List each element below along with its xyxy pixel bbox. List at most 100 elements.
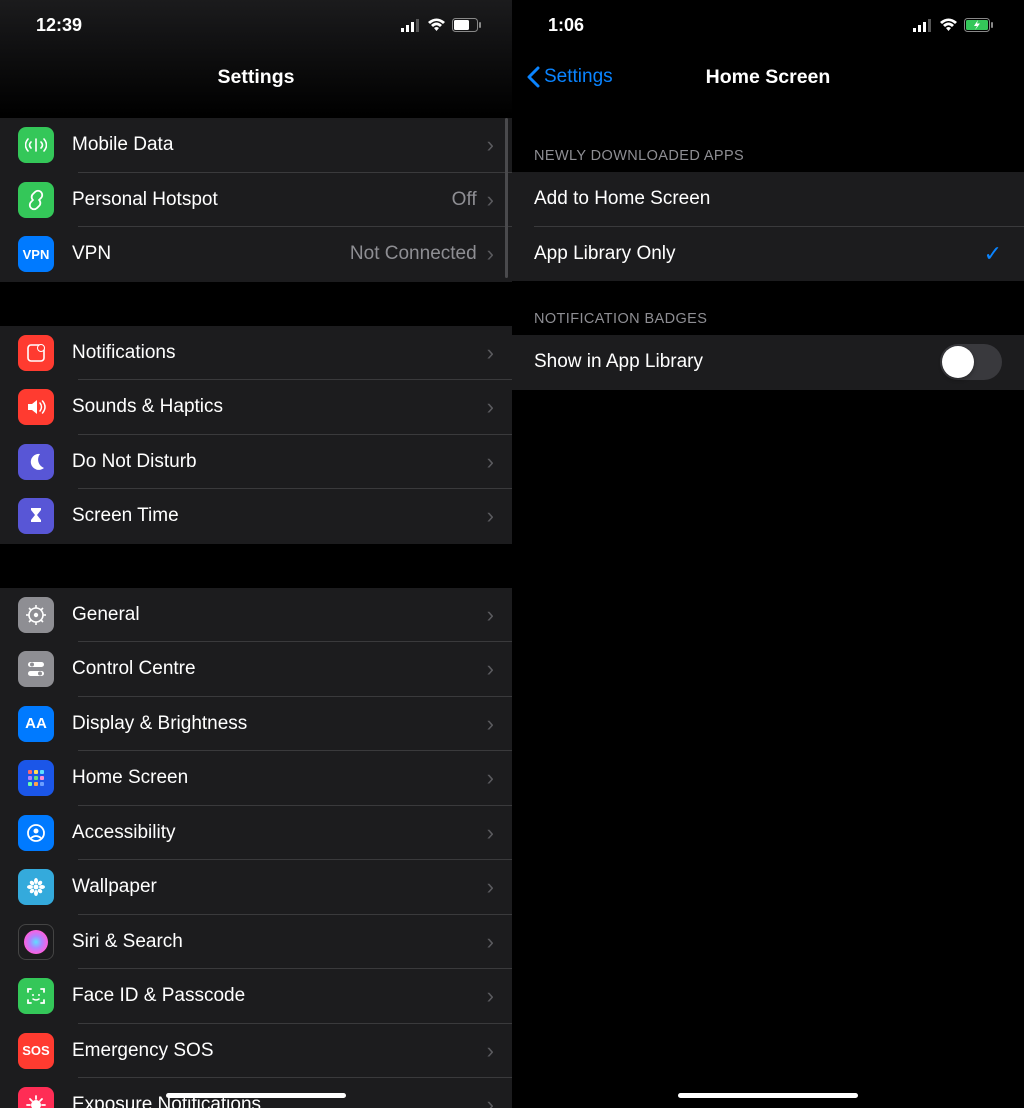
antenna-icon [18, 127, 54, 163]
option-row-app-library-only[interactable]: App Library Only✓ [512, 227, 1024, 282]
settings-row-emergency-sos[interactable]: SOS Emergency SOS› [0, 1024, 512, 1079]
home-indicator[interactable] [678, 1093, 858, 1098]
chevron-right-icon: › [487, 340, 494, 366]
status-time: 1:06 [548, 15, 584, 36]
toggle-switch[interactable] [940, 344, 1002, 380]
settings-row-siri-search[interactable]: Siri & Search› [0, 915, 512, 970]
face-icon [18, 978, 54, 1014]
status-icons [913, 18, 994, 32]
row-label: Home Screen [72, 767, 487, 789]
row-label: Screen Time [72, 505, 487, 527]
row-label: Add to Home Screen [534, 188, 1002, 210]
row-label: Display & Brightness [72, 713, 487, 735]
home-screen-options: NEWLY DOWNLOADED APPS Add to Home Screen A… [512, 104, 1024, 1108]
chevron-right-icon: › [487, 449, 494, 475]
hourglass-icon [18, 498, 54, 534]
grid-icon [18, 760, 54, 796]
gear-icon [18, 597, 54, 633]
settings-row-general[interactable]: General› [0, 588, 512, 643]
back-button[interactable]: Settings [526, 50, 613, 104]
chevron-right-icon: › [487, 1038, 494, 1064]
nav-bar: Settings [0, 50, 512, 104]
status-bar: 1:06 [512, 0, 1024, 50]
moon-icon [18, 444, 54, 480]
battery-charging-icon [964, 18, 994, 32]
settings-row-vpn[interactable]: VPNVPNNot Connected› [0, 227, 512, 282]
row-detail: Not Connected [350, 243, 477, 265]
link-icon [18, 182, 54, 218]
settings-list[interactable]: Mobile Data›Personal HotspotOff›VPNVPNNo… [0, 104, 512, 1108]
settings-row-control-centre[interactable]: Control Centre› [0, 642, 512, 697]
virus-icon [18, 1087, 54, 1108]
battery-icon [452, 18, 482, 32]
cellular-icon [401, 19, 421, 32]
switches-icon [18, 651, 54, 687]
section-header: NEWLY DOWNLOADED APPS [512, 104, 1024, 172]
settings-group: Notifications›Sounds & Haptics›Do Not Di… [0, 326, 512, 544]
row-label: Siri & Search [72, 931, 487, 953]
speaker-icon [18, 389, 54, 425]
person-icon [18, 815, 54, 851]
chevron-right-icon: › [487, 1092, 494, 1108]
chevron-right-icon: › [487, 132, 494, 158]
row-label: Sounds & Haptics [72, 396, 487, 418]
settings-row-do-not-disturb[interactable]: Do Not Disturb› [0, 435, 512, 490]
back-label: Settings [544, 66, 613, 88]
row-label: Face ID & Passcode [72, 985, 487, 1007]
settings-row-face-id-passcode[interactable]: Face ID & Passcode› [0, 969, 512, 1024]
sos-icon: SOS [18, 1033, 54, 1069]
vpn-icon: VPN [18, 236, 54, 272]
row-label: Emergency SOS [72, 1040, 487, 1062]
nav-title: Home Screen [706, 66, 831, 89]
chevron-right-icon: › [487, 503, 494, 529]
settings-group: General›Control Centre›AADisplay & Brigh… [0, 588, 512, 1108]
settings-row-wallpaper[interactable]: Wallpaper› [0, 860, 512, 915]
chevron-right-icon: › [487, 656, 494, 682]
flower-icon [18, 869, 54, 905]
chevron-right-icon: › [487, 929, 494, 955]
chevron-right-icon: › [487, 241, 494, 267]
settings-row-accessibility[interactable]: Accessibility› [0, 806, 512, 861]
status-time: 12:39 [36, 15, 82, 36]
chevron-right-icon: › [487, 602, 494, 628]
row-label: Mobile Data [72, 134, 487, 156]
row-label: Accessibility [72, 822, 487, 844]
chevron-right-icon: › [487, 874, 494, 900]
settings-screen: 12:39 Settings Mobile Data›Personal Hots… [0, 0, 512, 1108]
settings-row-home-screen[interactable]: Home Screen› [0, 751, 512, 806]
row-label: Control Centre [72, 658, 487, 680]
home-screen-settings: 1:06 Settings Home Screen NEWLY DOWNLOAD… [512, 0, 1024, 1108]
nav-bar: Settings Home Screen [512, 50, 1024, 104]
chevron-right-icon: › [487, 765, 494, 791]
wifi-icon [427, 18, 446, 32]
settings-row-personal-hotspot[interactable]: Personal HotspotOff› [0, 173, 512, 228]
row-label: Do Not Disturb [72, 451, 487, 473]
row-label: Wallpaper [72, 876, 487, 898]
home-indicator[interactable] [166, 1093, 346, 1098]
settings-row-mobile-data[interactable]: Mobile Data› [0, 118, 512, 173]
row-label: Show in App Library [534, 351, 940, 373]
chevron-right-icon: › [487, 394, 494, 420]
nav-title: Settings [218, 66, 295, 89]
row-label: Personal Hotspot [72, 189, 452, 211]
bell-icon [18, 335, 54, 371]
option-row-show-in-app-library[interactable]: Show in App Library [512, 335, 1024, 390]
row-label: App Library Only [534, 243, 984, 265]
chevron-right-icon: › [487, 711, 494, 737]
row-label: VPN [72, 243, 350, 265]
section-header: NOTIFICATION BADGES [512, 281, 1024, 335]
status-icons [401, 18, 482, 32]
settings-row-notifications[interactable]: Notifications› [0, 326, 512, 381]
chevron-left-icon [526, 66, 540, 88]
siri-icon [18, 924, 54, 960]
chevron-right-icon: › [487, 820, 494, 846]
wifi-icon [939, 18, 958, 32]
scrollbar[interactable] [505, 118, 508, 278]
settings-group: Mobile Data›Personal HotspotOff›VPNVPNNo… [0, 118, 512, 282]
settings-row-display-brightness[interactable]: AADisplay & Brightness› [0, 697, 512, 752]
option-row-add-to-home-screen[interactable]: Add to Home Screen [512, 172, 1024, 227]
settings-row-sounds-haptics[interactable]: Sounds & Haptics› [0, 380, 512, 435]
row-detail: Off [452, 189, 477, 211]
status-bar: 12:39 [0, 0, 512, 50]
settings-row-screen-time[interactable]: Screen Time› [0, 489, 512, 544]
